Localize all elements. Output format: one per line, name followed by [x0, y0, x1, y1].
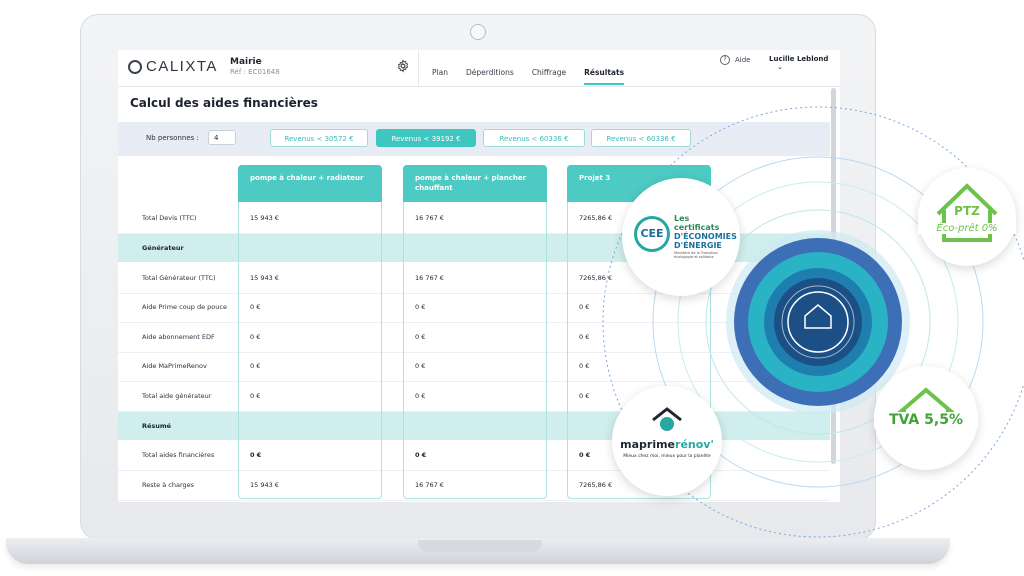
scenario-header: pompe à chaleur + plancher chauffant: [403, 165, 547, 202]
help-label: Aide: [735, 56, 751, 64]
chevron-down-icon: ⌄: [777, 63, 783, 71]
logo-text: CALIXTA: [146, 58, 218, 75]
ptz-subtitle: Éco-prêt 0%: [918, 223, 1016, 234]
user-name: Lucille Leblond: [769, 55, 829, 63]
table-cell: 0 €: [250, 362, 261, 370]
user-menu[interactable]: Lucille Leblond ⌄: [769, 55, 840, 71]
table-cell: 0 €: [250, 451, 262, 459]
header-divider: [418, 50, 419, 86]
ptz-title: PTZ: [954, 204, 980, 218]
nb-personnes-label: Nb personnes :: [146, 134, 199, 142]
row-label: Reste à charges: [142, 481, 195, 489]
cee-line1: Les certificats: [674, 214, 720, 232]
maprimerenov-house-icon: [652, 407, 682, 431]
table-cell: 0 €: [415, 451, 427, 459]
row-label: Aide MaPrimeRenov: [142, 362, 207, 370]
top-bar: CALIXTA Mairie Réf : EC01648 Plan Déperd…: [118, 50, 840, 87]
gear-icon[interactable]: [396, 59, 410, 73]
row-label: Aide Prime coup de pouce: [142, 303, 227, 311]
maprimerenov-tagline: Mieux chez moi, mieux pour la planète: [623, 454, 711, 459]
cee-text: Les certificats D'ÉCONOMIES D'ÉNERGIE Mi…: [674, 214, 737, 259]
table-cell: 0 €: [250, 333, 261, 341]
row-label: Total Devis (TTC): [142, 214, 197, 222]
laptop-notch: [418, 540, 542, 552]
row-label: Total aide générateur: [142, 392, 212, 400]
maprimerenov-name-b: rénov': [675, 438, 714, 451]
cee-small-text: Ministère de la Transition écologique et…: [674, 251, 718, 259]
table-cell: 0 €: [250, 392, 261, 400]
app-logo[interactable]: CALIXTA: [128, 58, 218, 75]
tab-chiffrage[interactable]: Chiffrage: [532, 68, 566, 85]
section-label: Générateur: [142, 244, 184, 252]
table-cell: 0 €: [415, 303, 426, 311]
table-cell: 16 767 €: [415, 214, 444, 222]
maprimerenov-name-a: maprime: [620, 438, 676, 451]
revenue-button-2[interactable]: Revenus < 39192 €: [376, 129, 476, 147]
table-cell: 16 767 €: [415, 274, 444, 282]
help-link[interactable]: ? Aide: [720, 55, 750, 65]
section-label: Résumé: [142, 422, 172, 430]
project-ref: Réf : EC01648: [230, 68, 280, 76]
row-label: Total aides financières: [142, 451, 215, 459]
tab-deperditions[interactable]: Déperditions: [466, 68, 514, 85]
table-cell: 0 €: [250, 303, 261, 311]
project-info: Mairie Réf : EC01648: [230, 57, 280, 76]
logo-icon: [128, 59, 142, 74]
orbit-core: [774, 278, 862, 366]
tab-resultats[interactable]: Résultats: [584, 68, 625, 85]
help-icon: ?: [720, 55, 730, 65]
scenario-header: pompe à chaleur + radiateur: [238, 165, 382, 202]
main-nav: Plan Déperditions Chiffrage Résultats: [432, 68, 625, 85]
cee-logo-icon: CEE: [634, 216, 670, 252]
row-label: Total Générateur (TTC): [142, 274, 216, 282]
revenue-button-1[interactable]: Revenus < 30572 €: [270, 129, 368, 147]
table-cell: 0 €: [415, 362, 426, 370]
cee-line3: D'ÉNERGIE: [674, 241, 722, 250]
table-cell: 16 767 €: [415, 481, 444, 489]
cee-badge: CEE Les certificats D'ÉCONOMIES D'ÉNERGI…: [622, 178, 740, 296]
camera-icon: [470, 24, 486, 40]
page-title: Calcul des aides financières: [130, 96, 318, 110]
table-cell: 15 943 €: [250, 274, 279, 282]
tva-badge: TVA 5,5%: [874, 366, 978, 470]
maprimerenov-name: maprimerénov': [612, 438, 722, 451]
table-cell: 15 943 €: [250, 214, 279, 222]
cee-line2: D'ÉCONOMIES: [674, 232, 737, 241]
maprimerenov-badge: maprimerénov' Mieux chez moi, mieux pour…: [612, 386, 722, 496]
nb-personnes-input[interactable]: 4: [208, 130, 236, 145]
row-label: Aide abonnement EDF: [142, 333, 215, 341]
table-cell: 0 €: [415, 333, 426, 341]
table-cell: 15 943 €: [250, 481, 279, 489]
ptz-badge: PTZ Éco-prêt 0%: [918, 168, 1016, 266]
project-name: Mairie: [230, 57, 262, 67]
tab-plan[interactable]: Plan: [432, 68, 448, 85]
tva-label: TVA 5,5%: [874, 412, 978, 428]
table-cell: 0 €: [415, 392, 426, 400]
